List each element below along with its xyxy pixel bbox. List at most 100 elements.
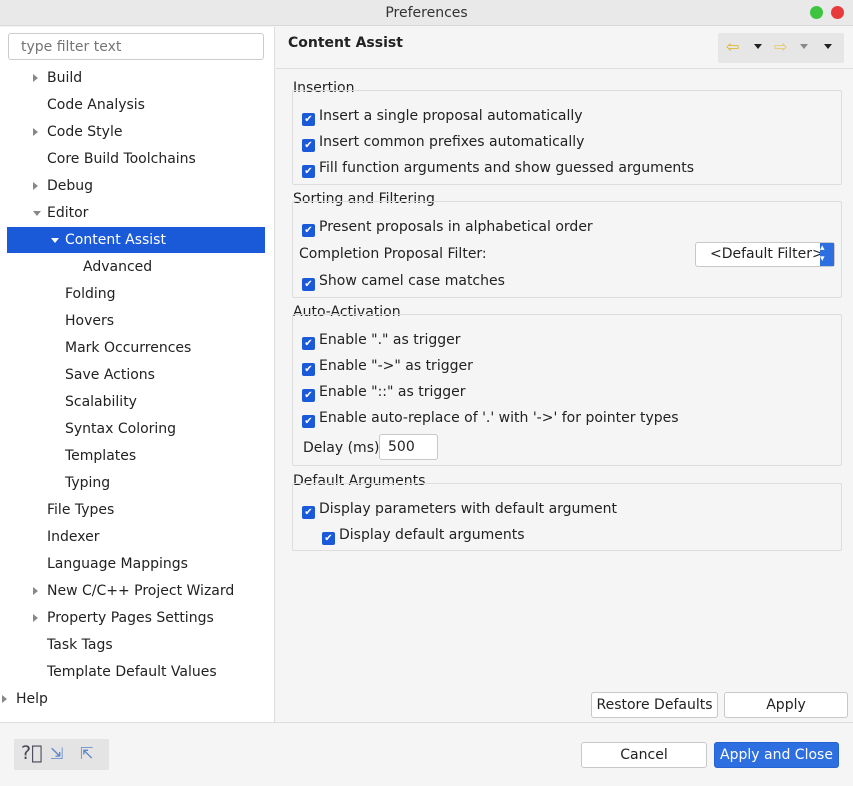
checkbox-checked-icon[interactable]: ✔: [302, 224, 315, 237]
restore-defaults-button[interactable]: Restore Defaults: [591, 692, 718, 718]
tree-item[interactable]: Content Assist: [7, 227, 265, 253]
collapsed-arrow-icon[interactable]: [2, 695, 7, 703]
checkbox-label: Insert a single proposal automatically: [319, 108, 583, 124]
checkbox-checked-icon[interactable]: ✔: [302, 337, 315, 350]
help-icon[interactable]: ?⃝: [21, 742, 43, 764]
tree-item-label: Advanced: [83, 259, 153, 275]
tree-item[interactable]: Folding: [7, 281, 265, 307]
tree-item-label: Editor: [47, 205, 89, 221]
view-menu-icon[interactable]: [824, 44, 832, 49]
checkbox-checked-icon[interactable]: ✔: [322, 532, 335, 545]
collapsed-arrow-icon[interactable]: [33, 182, 38, 190]
tree-item-label: Debug: [47, 178, 94, 194]
tree-item[interactable]: Task Tags: [7, 632, 265, 658]
apply-button[interactable]: Apply: [724, 692, 848, 718]
tree-item[interactable]: Property Pages Settings: [7, 605, 265, 631]
checkbox-label: Fill function arguments and show guessed…: [319, 160, 695, 176]
tree-item[interactable]: Templates: [7, 443, 265, 469]
checkbox-checked-icon[interactable]: ✔: [302, 389, 315, 402]
tree-item-label: New C/C++ Project Wizard: [47, 583, 235, 599]
cancel-button[interactable]: Cancel: [581, 742, 707, 768]
tree-item-label: Hovers: [65, 313, 115, 329]
tree-item-label: Language Mappings: [47, 556, 188, 572]
forward-dropdown-icon[interactable]: [800, 44, 808, 49]
checkbox-checked-icon[interactable]: ✔: [302, 165, 315, 178]
back-arrow-icon[interactable]: ⇦: [726, 37, 739, 56]
checkbox-auto-2[interactable]: ✔ Enable "::" as trigger: [302, 382, 466, 402]
checkbox-checked-icon[interactable]: ✔: [302, 506, 315, 519]
completion-filter-select[interactable]: <Default Filter> ▴ ▾: [695, 242, 835, 267]
tree-item-label: Folding: [65, 286, 116, 302]
updown-icon: ▴ ▾: [820, 243, 834, 266]
tree-item[interactable]: New C/C++ Project Wizard: [7, 578, 265, 604]
tree-item-label: Property Pages Settings: [47, 610, 214, 626]
tree-item[interactable]: Save Actions: [7, 362, 265, 388]
delay-input[interactable]: 500: [379, 434, 438, 460]
tree-item-label: Content Assist: [65, 232, 166, 248]
tree-item[interactable]: Core Build Toolchains: [7, 146, 265, 172]
tree-item[interactable]: File Types: [7, 497, 265, 523]
tree-item[interactable]: Help: [2, 686, 265, 712]
completion-filter-value: <Default Filter>: [710, 246, 824, 262]
checkbox-label: Enable "->" as trigger: [319, 358, 473, 374]
checkbox-label: Enable "::" as trigger: [319, 384, 466, 400]
tree-item[interactable]: Code Analysis: [7, 92, 265, 118]
import-icon[interactable]: ⇲: [50, 744, 63, 763]
tree-item[interactable]: Code Style: [7, 119, 265, 145]
checkbox-sorting-0[interactable]: ✔ Present proposals in alphabetical order: [302, 217, 593, 237]
collapsed-arrow-icon[interactable]: [33, 74, 38, 82]
checkbox-label: Present proposals in alphabetical order: [319, 219, 593, 235]
navigation-toolbar: ⇦ ⇨: [718, 33, 844, 63]
tree-item-label: Syntax Coloring: [65, 421, 177, 437]
tree-item[interactable]: Syntax Coloring: [7, 416, 265, 442]
checkbox-defaults-1[interactable]: ✔ Display default arguments: [322, 525, 525, 545]
checkbox-auto-3[interactable]: ✔ Enable auto-replace of '.' with '->' fo…: [302, 408, 679, 428]
checkbox-insertion-1[interactable]: ✔ Insert common prefixes automatically: [302, 132, 584, 152]
tree-item[interactable]: Hovers: [7, 308, 265, 334]
tree-item[interactable]: Advanced: [7, 254, 265, 280]
checkbox-checked-icon[interactable]: ✔: [302, 139, 315, 152]
tree-item[interactable]: Debug: [7, 173, 265, 199]
export-icon[interactable]: ⇱: [80, 744, 93, 763]
collapsed-arrow-icon[interactable]: [33, 587, 38, 595]
tree-item-label: Code Analysis: [47, 97, 145, 113]
expanded-arrow-icon[interactable]: [33, 211, 41, 216]
expanded-arrow-icon[interactable]: [51, 238, 59, 243]
bottom-toolbar: ?⃝ ⇲ ⇱: [14, 739, 109, 770]
collapsed-arrow-icon[interactable]: [33, 614, 38, 622]
close-button[interactable]: [831, 6, 844, 19]
checkbox-label: Enable "." as trigger: [319, 332, 461, 348]
tree-item[interactable]: Editor: [7, 200, 265, 226]
checkbox-insertion-2[interactable]: ✔ Fill function arguments and show guesse…: [302, 158, 694, 178]
checkbox-label: Show camel case matches: [319, 273, 505, 289]
checkbox-defaults-0[interactable]: ✔ Display parameters with default argumen…: [302, 499, 617, 519]
checkbox-sorting-1[interactable]: ✔ Show camel case matches: [302, 271, 505, 291]
tree-item[interactable]: Indexer: [7, 524, 265, 550]
checkbox-checked-icon[interactable]: ✔: [302, 363, 315, 376]
completion-filter-label: Completion Proposal Filter:: [299, 246, 487, 262]
tree-item[interactable]: Build: [7, 65, 265, 91]
tree-item[interactable]: Template Default Values: [7, 659, 265, 685]
checkbox-label: Display default arguments: [339, 527, 525, 543]
forward-arrow-icon[interactable]: ⇨: [774, 37, 787, 56]
checkbox-insertion-0[interactable]: ✔ Insert a single proposal automatically: [302, 106, 583, 126]
checkbox-checked-icon[interactable]: ✔: [302, 415, 315, 428]
tree-item[interactable]: Language Mappings: [7, 551, 265, 577]
apply-and-close-button[interactable]: Apply and Close: [714, 742, 839, 768]
tree-item-label: Core Build Toolchains: [47, 151, 196, 167]
checkbox-auto-1[interactable]: ✔ Enable "->" as trigger: [302, 356, 473, 376]
tree-item[interactable]: Typing: [7, 470, 265, 496]
checkbox-checked-icon[interactable]: ✔: [302, 278, 315, 291]
back-dropdown-icon[interactable]: [754, 44, 762, 49]
tree-item-label: Indexer: [47, 529, 100, 545]
tree-item-label: Templates: [65, 448, 137, 464]
collapsed-arrow-icon[interactable]: [33, 128, 38, 136]
checkbox-label: Display parameters with default argument: [319, 501, 618, 517]
checkbox-checked-icon[interactable]: ✔: [302, 113, 315, 126]
tree-item[interactable]: Mark Occurrences: [7, 335, 265, 361]
checkbox-auto-0[interactable]: ✔ Enable "." as trigger: [302, 330, 461, 350]
tree-item[interactable]: Scalability: [7, 389, 265, 415]
divider: [0, 722, 853, 723]
filter-input[interactable]: [8, 33, 264, 60]
maximize-button[interactable]: [810, 6, 823, 19]
